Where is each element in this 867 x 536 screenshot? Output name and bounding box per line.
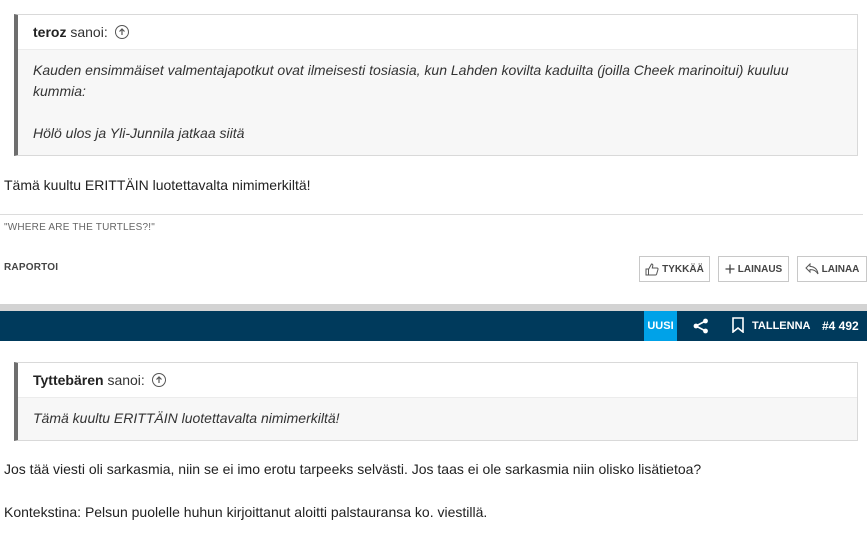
quote-body: Tämä kuultu ERITTÄIN luotettavalta nimim…	[18, 398, 857, 440]
quote-body: Kauden ensimmäiset valmentajapotkut ovat…	[18, 50, 857, 155]
quote-label: LAINAUS	[737, 263, 783, 275]
bookmark-icon	[732, 316, 744, 336]
arrow-up-circle-icon[interactable]	[114, 25, 129, 40]
quote-username[interactable]: teroz	[33, 24, 66, 40]
share-icon[interactable]	[690, 311, 712, 341]
like-button[interactable]: TYKKÄÄ	[639, 256, 710, 282]
quote-block-2: Tyttebären sanoi: Tämä kuultu ERITTÄIN l…	[14, 362, 858, 441]
post-separator	[0, 304, 867, 311]
quote-text: Tämä kuultu ERITTÄIN luotettavalta nimim…	[33, 410, 340, 426]
said-label: sanoi:	[70, 24, 108, 40]
reply-label: LAINAA	[821, 263, 860, 275]
quote-header: Tyttebären sanoi:	[18, 363, 857, 398]
post-text: Tämä kuultu ERITTÄIN luotettavalta nimim…	[4, 177, 311, 193]
signature: "WHERE ARE THE TURTLES?!"	[4, 222, 156, 233]
arrow-up-circle-icon[interactable]	[151, 373, 166, 388]
like-label: TYKKÄÄ	[662, 263, 704, 275]
quote-header: teroz sanoi:	[18, 15, 857, 50]
quote-username[interactable]: Tyttebären	[33, 372, 104, 388]
post-text: Kontekstina: Pelsun puolelle huhun kirjo…	[4, 504, 488, 520]
quote-text: Kauden ensimmäiset valmentajapotkut ovat…	[33, 62, 789, 99]
post-header-bar: UUSI TALLENNA #4 492	[0, 311, 867, 341]
quote-text: Hölö ulos ja Yli-Junnila jatkaa siitä	[33, 125, 245, 141]
new-badge: UUSI	[644, 311, 677, 341]
signature-divider	[0, 214, 863, 215]
reply-icon	[804, 263, 819, 275]
quote-block-1: teroz sanoi: Kauden ensimmäiset valmenta…	[14, 14, 858, 156]
report-link[interactable]: RAPORTOI	[4, 262, 58, 273]
save-label: TALLENNA	[752, 320, 811, 332]
thumbs-up-icon	[645, 262, 659, 276]
quote-button[interactable]: LAINAUS	[718, 256, 789, 282]
save-button[interactable]: TALLENNA	[732, 311, 810, 341]
reply-button[interactable]: LAINAA	[797, 256, 867, 282]
said-label: sanoi:	[107, 372, 145, 388]
plus-icon	[725, 264, 735, 274]
post-text: Jos tää viesti oli sarkasmia, niin se ei…	[4, 461, 702, 477]
post-number[interactable]: #4 492	[822, 311, 859, 341]
